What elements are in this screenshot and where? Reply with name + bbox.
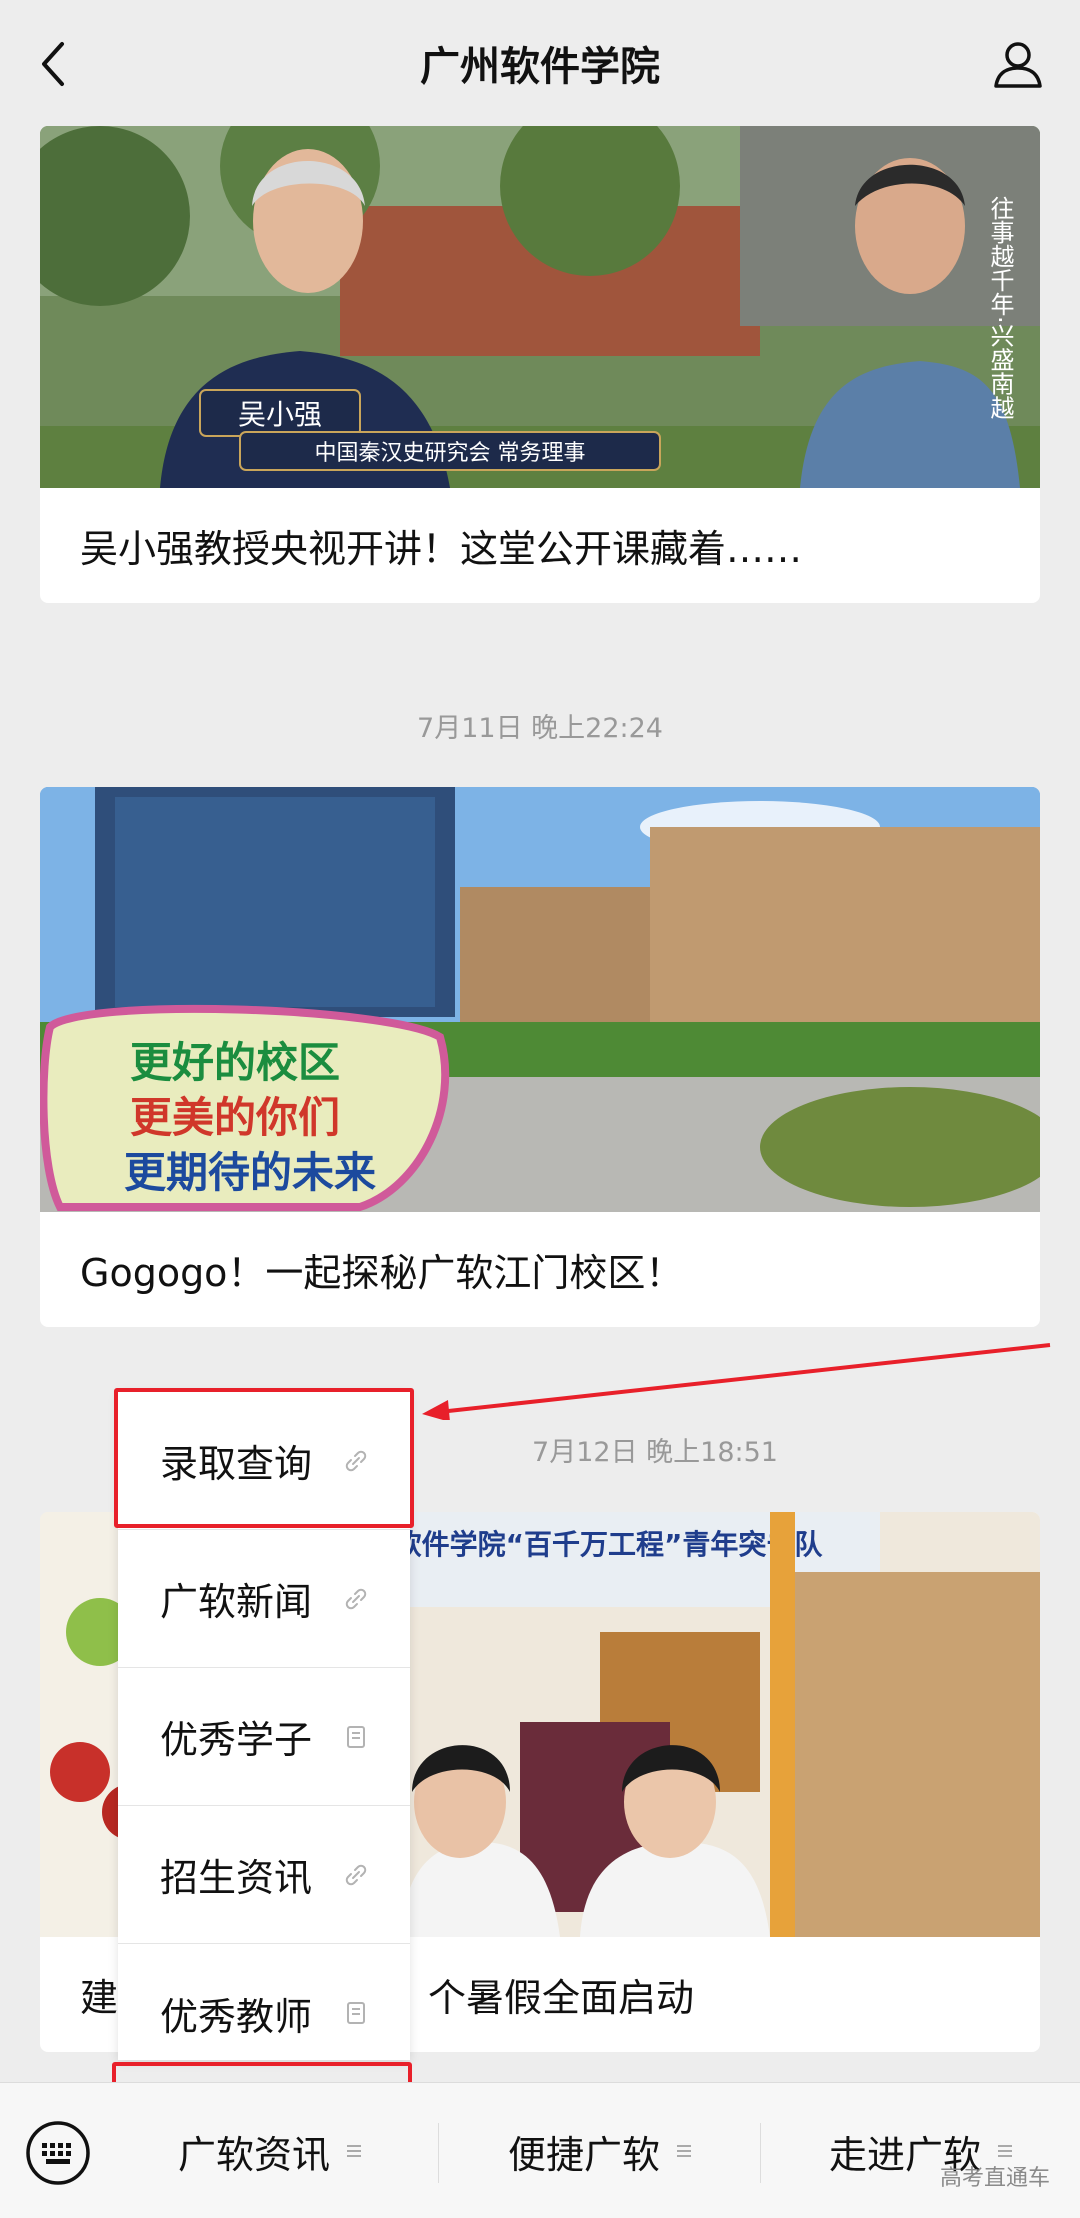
submenu-item-label: 广软新闻 [160,1580,313,1624]
top-navigation-bar: 广州软件学院 [0,0,1080,126]
article-icon [347,2002,365,2024]
overlay-banner-text: 广州软件学院“百千万工程”青年突击队 [338,1528,824,1561]
submenu-item-label: 优秀学子 [160,1718,313,1762]
menu-tab-convenient[interactable]: 便捷广软 [440,2083,760,2218]
article-thumbnail: 吴小强 中国秦汉史研究会 常务理事 往事越千年·兴盛南越 [40,126,1040,488]
keyboard-icon[interactable] [24,2119,92,2187]
profile-icon[interactable] [992,38,1044,90]
overlay-sign-line: 更期待的未来 [124,1148,376,1197]
menu-tab-label: 便捷广软 [507,2132,660,2177]
menu-tab-label: 广软资讯 [177,2132,330,2177]
overlay-side-text: 往事越千年·兴盛南越 [986,196,1014,420]
menu-tab-about[interactable]: 走进广软 [762,2083,1080,2218]
overlay-name-text: 吴小强 [238,398,322,431]
menu-divider [438,2123,439,2183]
article-title[interactable]: 吴小强教授央视开讲！这堂公开课藏着…… [40,488,1040,603]
annotation-arrow-icon [422,1343,1051,1420]
article-title[interactable]: Gogogo！一起探秘广软江门校区！ [40,1212,1040,1327]
back-arrow-icon[interactable] [34,38,74,90]
article-card[interactable]: 吴小强 中国秦汉史研究会 常务理事 往事越千年·兴盛南越 吴小强教授央视开讲！这… [40,126,1040,603]
page-title: 广州软件学院 [420,44,660,90]
highlight-box-admission-query [114,1388,414,1528]
submenu-item-news[interactable]: 广软新闻 [118,1530,410,1668]
link-icon [345,1864,367,1885]
message-timestamp: 7月11日 晚上22:24 [417,713,663,744]
menu-divider [760,2123,761,2183]
overlay-role-text: 中国秦汉史研究会 常务理事 [315,441,586,466]
submenu-item-label: 优秀教师 [160,1994,313,2039]
submenu-lines-icon [998,2145,1012,2157]
submenu-lines-icon [347,2145,361,2157]
menu-tab-news[interactable]: 广软资讯 [120,2083,420,2218]
article-card[interactable]: 更好的校区 更美的你们 更期待的未来 Gogogo！一起探秘广软江门校区！ [40,787,1040,1327]
overlay-sign-line: 更好的校区 [130,1038,340,1087]
overlay-sign-line: 更美的你们 [130,1093,340,1142]
watermark-text: 高考直通车 [939,2166,1050,2191]
submenu-item-enrollment-info[interactable]: 招生资讯 [118,1806,410,1944]
article-thumbnail: 更好的校区 更美的你们 更期待的未来 [40,787,1040,1212]
submenu-item-label: 招生资讯 [160,1856,313,1900]
submenu-lines-icon [677,2145,691,2157]
article-icon [347,1725,365,1748]
article-title-start: 建 [80,1976,119,2020]
submenu-item-excellent-students[interactable]: 优秀学子 [118,1668,410,1806]
link-icon [345,1588,367,1609]
bottom-menu-bar: 广软资讯 便捷广软 走进广软 [0,2082,1080,2218]
article-title-end: 个暑假全面启动 [428,1976,695,2020]
